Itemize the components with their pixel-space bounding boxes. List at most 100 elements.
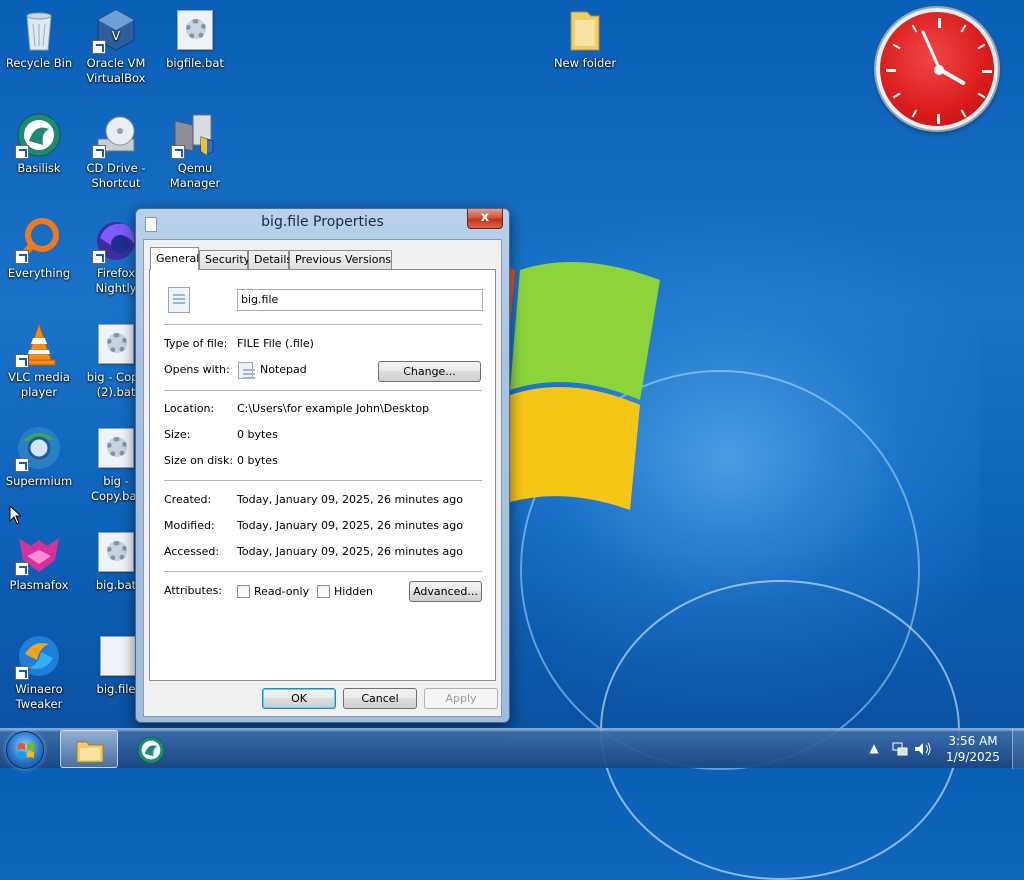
batch-file-icon	[92, 424, 140, 472]
clock-tick	[911, 109, 918, 118]
ok-button[interactable]: OK	[262, 688, 336, 709]
shortcut-arrow-icon	[92, 40, 106, 54]
created-value: Today, January 09, 2025, 26 minutes ago	[237, 493, 463, 506]
svg-text:V: V	[112, 29, 121, 43]
desktop-icon-recycle-bin[interactable]: Recycle Bin	[1, 6, 77, 71]
shortcut-arrow-icon	[15, 666, 29, 680]
windows-logo-wallpaper	[490, 260, 660, 510]
desktop-icon-basilisk[interactable]: Basilisk	[1, 111, 77, 176]
clock-tick	[892, 43, 901, 50]
size-on-disk-value: 0 bytes	[237, 454, 278, 467]
accessed-label: Accessed:	[164, 545, 220, 558]
desktop-icon-label: Supermium	[5, 474, 73, 488]
desktop-icon-label: CD Drive - Shortcut	[86, 161, 146, 190]
file-icon	[168, 287, 190, 313]
desktop-icon-qemu-manager[interactable]: Qemu Manager	[157, 111, 233, 191]
desktop-icon-winaero-tweaker[interactable]: Winaero Tweaker	[1, 632, 77, 712]
start-button[interactable]	[6, 731, 44, 769]
taskbar-clock[interactable]: 3:56 AM 1/9/2025	[940, 733, 1006, 765]
cancel-button[interactable]: Cancel	[343, 688, 417, 709]
taskbar-date: 1/9/2025	[946, 750, 1000, 764]
desktop-icon-label: VLC media player	[8, 370, 70, 399]
general-tab-page: big.file Type of file: FILE File (.file)…	[149, 269, 496, 681]
clock-tick	[960, 109, 967, 118]
generic-file-icon	[92, 632, 140, 680]
desktop-icon-label: New folder	[553, 56, 617, 70]
mouse-cursor-icon	[9, 505, 21, 525]
shortcut-arrow-icon	[15, 458, 29, 472]
tab-details[interactable]: Details	[248, 250, 292, 269]
basilisk-icon	[15, 111, 63, 159]
desktop-icon-cd-drive[interactable]: CD Drive - Shortcut	[78, 111, 154, 191]
clock-tick	[938, 18, 941, 28]
dialog-content: General Security Details Previous Versio…	[143, 239, 502, 717]
desktop-icon-everything[interactable]: Everything	[1, 216, 77, 281]
tab-general[interactable]: General	[150, 247, 199, 270]
size-label: Size:	[164, 428, 191, 441]
desktop-icon-label: Qemu Manager	[169, 161, 221, 190]
desktop-icon-label: Oracle VM VirtualBox	[86, 56, 146, 85]
type-of-file-label: Type of file:	[164, 337, 228, 350]
show-hidden-icons-button[interactable]: ▲	[868, 741, 880, 755]
plasmafox-icon	[15, 528, 63, 576]
clock-tick	[977, 92, 986, 99]
accessed-value: Today, January 09, 2025, 26 minutes ago	[237, 545, 463, 558]
separator	[164, 571, 482, 572]
desktop-icon-label: Basilisk	[17, 161, 61, 175]
separator	[164, 324, 482, 325]
close-button[interactable]: x	[467, 209, 503, 229]
taskbar-basilisk-button[interactable]	[122, 730, 180, 768]
desktop-icon-vlc[interactable]: VLC media player	[1, 320, 77, 400]
clock-center	[934, 65, 944, 75]
desktop-icon-supermium[interactable]: Supermium	[1, 424, 77, 489]
batch-file-icon	[92, 528, 140, 576]
read-only-checkbox[interactable]	[237, 585, 250, 598]
apply-button: Apply	[424, 688, 498, 709]
volume-icon[interactable]	[914, 741, 932, 757]
folder-icon	[561, 6, 609, 54]
tab-security[interactable]: Security	[199, 250, 250, 269]
separator	[164, 390, 482, 391]
size-value: 0 bytes	[237, 428, 278, 441]
clock-tick	[977, 43, 986, 50]
created-label: Created:	[164, 493, 212, 506]
dialog-title: big.file Properties	[261, 214, 384, 230]
batch-file-icon	[171, 6, 219, 54]
show-desktop-button[interactable]	[1012, 729, 1024, 769]
advanced-button[interactable]: Advanced...	[409, 581, 482, 602]
shortcut-arrow-icon	[15, 562, 29, 576]
network-icon[interactable]	[892, 741, 908, 757]
hidden-checkbox[interactable]	[317, 585, 330, 598]
clock-tick	[886, 69, 896, 72]
clock-tick	[911, 24, 918, 33]
file-name-input[interactable]: big.file	[237, 289, 483, 311]
supermium-icon	[15, 424, 63, 472]
batch-file-icon	[92, 320, 140, 368]
virtualbox-icon: V	[92, 6, 140, 54]
desktop-icon-label: Plasmafox	[9, 578, 69, 592]
desktop-icon-plasmafox[interactable]: Plasmafox	[1, 528, 77, 593]
desktop-icon-new-folder[interactable]: New folder	[547, 6, 623, 71]
hidden-label[interactable]: Hidden	[334, 585, 373, 598]
dialog-titlebar[interactable]: big.file Properties x	[136, 209, 509, 239]
firefox-nightly-icon	[92, 216, 140, 264]
tab-previous-versions[interactable]: Previous Versions	[289, 250, 392, 269]
opens-with-value: Notepad	[260, 363, 307, 376]
type-of-file-value: FILE File (.file)	[237, 337, 314, 350]
windows-logo-icon	[18, 743, 34, 758]
clock-gadget[interactable]	[876, 8, 998, 130]
location-value: C:\Users\for example John\Desktop	[237, 402, 430, 415]
taskbar-explorer-button[interactable]	[60, 730, 118, 768]
clock-tick	[982, 70, 992, 73]
properties-dialog: big.file Properties x General Security D…	[135, 208, 510, 723]
desktop-icon-bigfile-bat[interactable]: bigfile.bat	[157, 6, 233, 71]
clock-tick	[960, 24, 967, 33]
change-button[interactable]: Change...	[378, 361, 481, 382]
desktop-icon-label: Everything	[7, 266, 71, 280]
modified-value: Today, January 09, 2025, 26 minutes ago	[237, 519, 463, 532]
taskbar: ▲ 3:56 AM 1/9/2025	[0, 728, 1024, 769]
desktop-icon-virtualbox[interactable]: V Oracle VM VirtualBox	[78, 6, 154, 86]
size-on-disk-label: Size on disk:	[164, 454, 234, 467]
qemu-manager-icon	[171, 111, 219, 159]
read-only-label[interactable]: Read-only	[254, 585, 309, 598]
